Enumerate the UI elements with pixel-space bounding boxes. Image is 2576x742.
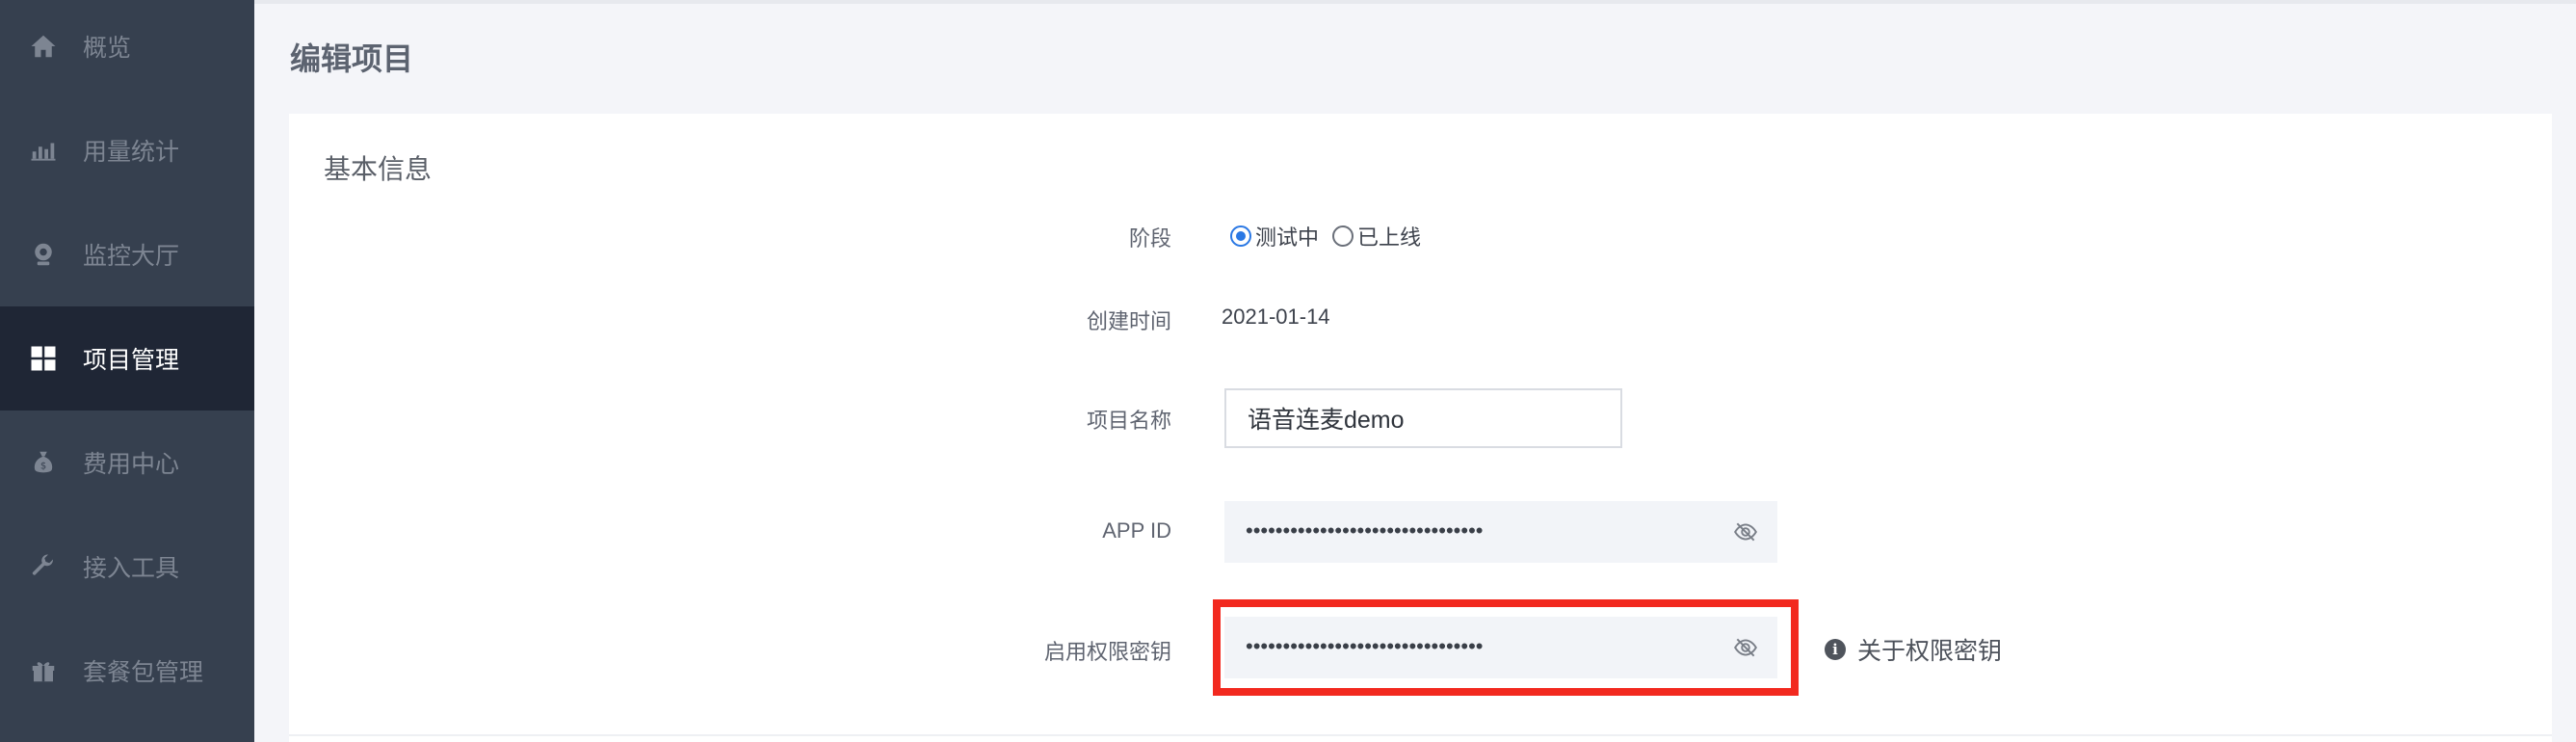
app-id-masked-value: •••••••••••••••••••••••••••••••• xyxy=(1246,517,1484,543)
secret-key-label: 启用权限密钥 xyxy=(1043,640,1171,664)
main-content: 编辑项目 基本信息 阶段 测试中 已上线 创建时间 2021-01-14 项目名… xyxy=(254,0,2576,742)
divider xyxy=(289,734,2552,736)
sidebar-item-overview[interactable]: 概览 xyxy=(0,0,254,98)
webcam-icon xyxy=(29,240,58,269)
secret-key-masked-value: •••••••••••••••••••••••••••••••• xyxy=(1246,633,1484,658)
stage-option-live[interactable]: 已上线 xyxy=(1332,221,1421,252)
eye-off-icon[interactable] xyxy=(1733,635,1758,660)
sidebar-item-label: 监控大厅 xyxy=(83,243,180,270)
svg-text:$: $ xyxy=(40,461,46,471)
sidebar-item-label: 接入工具 xyxy=(83,555,180,582)
sidebar-item-label: 项目管理 xyxy=(83,347,180,374)
app-id-label: APP ID xyxy=(1102,518,1171,543)
stage-option-label: 已上线 xyxy=(1357,225,1422,250)
sidebar-item-projects[interactable]: 项目管理 xyxy=(0,306,254,411)
sidebar-item-label: 费用中心 xyxy=(83,451,180,478)
gift-icon xyxy=(29,656,58,685)
sidebar-item-billing[interactable]: $ 费用中心 xyxy=(0,411,254,515)
info-icon: i xyxy=(1825,639,1846,660)
project-name-input[interactable]: 语音连麦demo xyxy=(1224,388,1622,448)
sidebar-item-tools[interactable]: 接入工具 xyxy=(0,515,254,619)
wrench-icon xyxy=(29,552,58,581)
app-id-field[interactable]: •••••••••••••••••••••••••••••••• xyxy=(1224,501,1777,563)
sidebar-item-packages[interactable]: 套餐包管理 xyxy=(0,619,254,723)
sidebar: 概览 用量统计 监控大厅 项目管理 $ 费用中心 接入工具 套餐包管理 xyxy=(0,0,254,742)
stage-option-testing[interactable]: 测试中 xyxy=(1230,221,1319,252)
about-secret-key-link[interactable]: i 关于权限密钥 xyxy=(1825,632,2002,667)
sidebar-item-label: 概览 xyxy=(83,35,132,62)
bar-chart-icon xyxy=(29,136,58,165)
sidebar-item-label: 套餐包管理 xyxy=(83,659,204,686)
sidebar-item-usage[interactable]: 用量统计 xyxy=(0,98,254,202)
money-bag-icon: $ xyxy=(29,448,58,477)
stage-option-label: 测试中 xyxy=(1255,225,1320,250)
project-name-label: 项目名称 xyxy=(1086,409,1171,433)
radio-unchecked-icon[interactable] xyxy=(1332,225,1354,247)
stage-label: 阶段 xyxy=(1128,226,1171,251)
header-divider xyxy=(254,0,2576,4)
eye-off-icon[interactable] xyxy=(1733,519,1758,544)
form-card: 基本信息 阶段 测试中 已上线 创建时间 2021-01-14 项目名称 语音连… xyxy=(289,114,2552,742)
created-value: 2021-01-14 xyxy=(1222,305,1330,329)
page-title: 编辑项目 xyxy=(290,41,414,76)
created-label: 创建时间 xyxy=(1086,309,1171,333)
section-title: 基本信息 xyxy=(324,154,433,184)
sidebar-item-monitor[interactable]: 监控大厅 xyxy=(0,202,254,306)
radio-checked-icon[interactable] xyxy=(1230,225,1251,247)
grid-icon xyxy=(29,344,58,373)
secret-key-field[interactable]: •••••••••••••••••••••••••••••••• xyxy=(1224,617,1777,678)
sidebar-item-label: 用量统计 xyxy=(83,139,180,166)
home-icon xyxy=(29,32,58,61)
about-secret-key-label: 关于权限密钥 xyxy=(1857,638,2003,665)
stage-radio-group: 测试中 已上线 xyxy=(1230,221,1434,252)
